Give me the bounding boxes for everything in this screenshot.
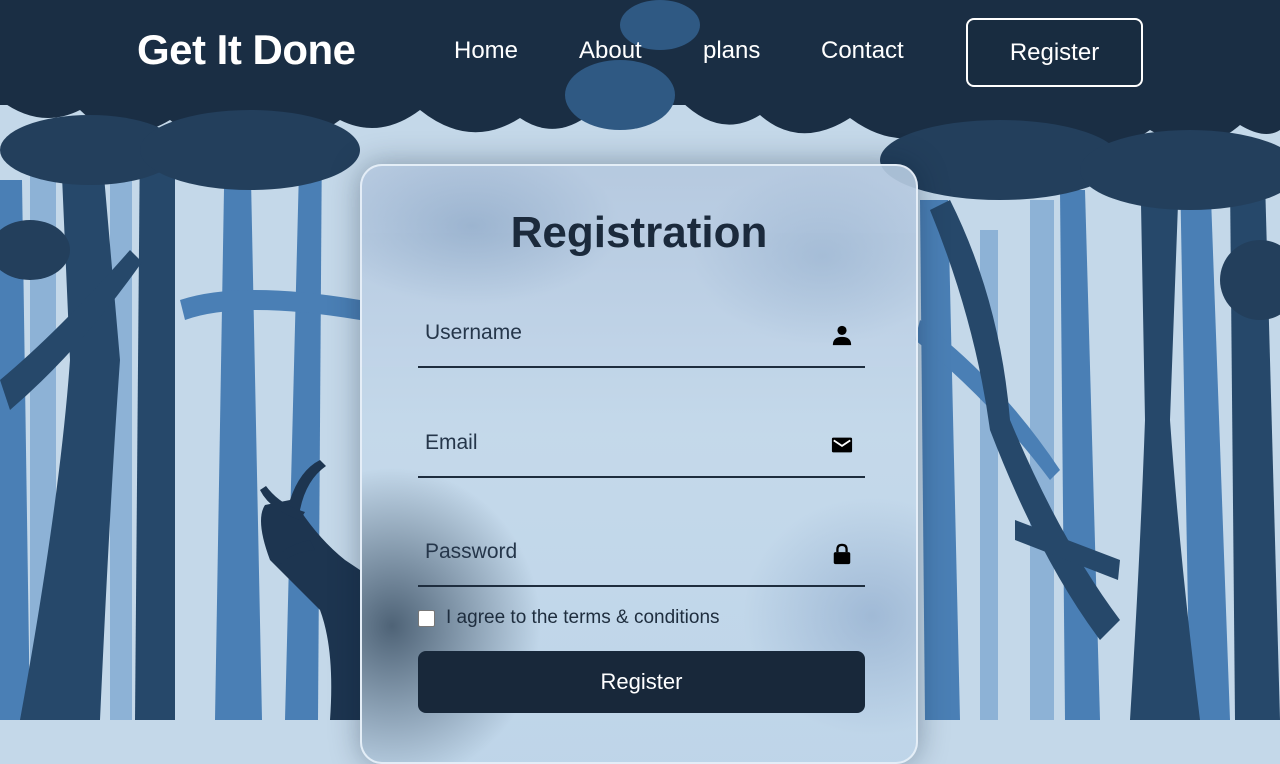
nav-link-contact[interactable]: Contact xyxy=(821,37,904,65)
user-icon xyxy=(832,325,852,346)
nav-link-about[interactable]: About xyxy=(579,37,642,65)
mail-icon xyxy=(831,437,853,453)
site-logo[interactable]: Get It Done xyxy=(137,26,356,74)
terms-checkbox[interactable] xyxy=(418,609,435,627)
email-field-group xyxy=(418,412,865,478)
username-input[interactable] xyxy=(418,302,827,364)
nav-link-plans[interactable]: plans xyxy=(703,37,760,65)
username-field-group xyxy=(418,302,865,368)
terms-row: I agree to the terms & conditions xyxy=(418,606,720,630)
registration-card: Registration I agree to the terms & cond… xyxy=(360,164,918,764)
form-title: Registration xyxy=(510,208,768,257)
nav-link-home[interactable]: Home xyxy=(454,37,518,65)
password-input[interactable] xyxy=(418,521,827,583)
email-input[interactable] xyxy=(418,412,827,474)
register-submit-button[interactable]: Register xyxy=(418,651,865,713)
terms-label: I agree to the terms & conditions xyxy=(446,607,720,628)
password-field-group xyxy=(418,521,865,587)
header-register-button[interactable]: Register xyxy=(966,18,1143,87)
lock-icon xyxy=(833,543,851,565)
